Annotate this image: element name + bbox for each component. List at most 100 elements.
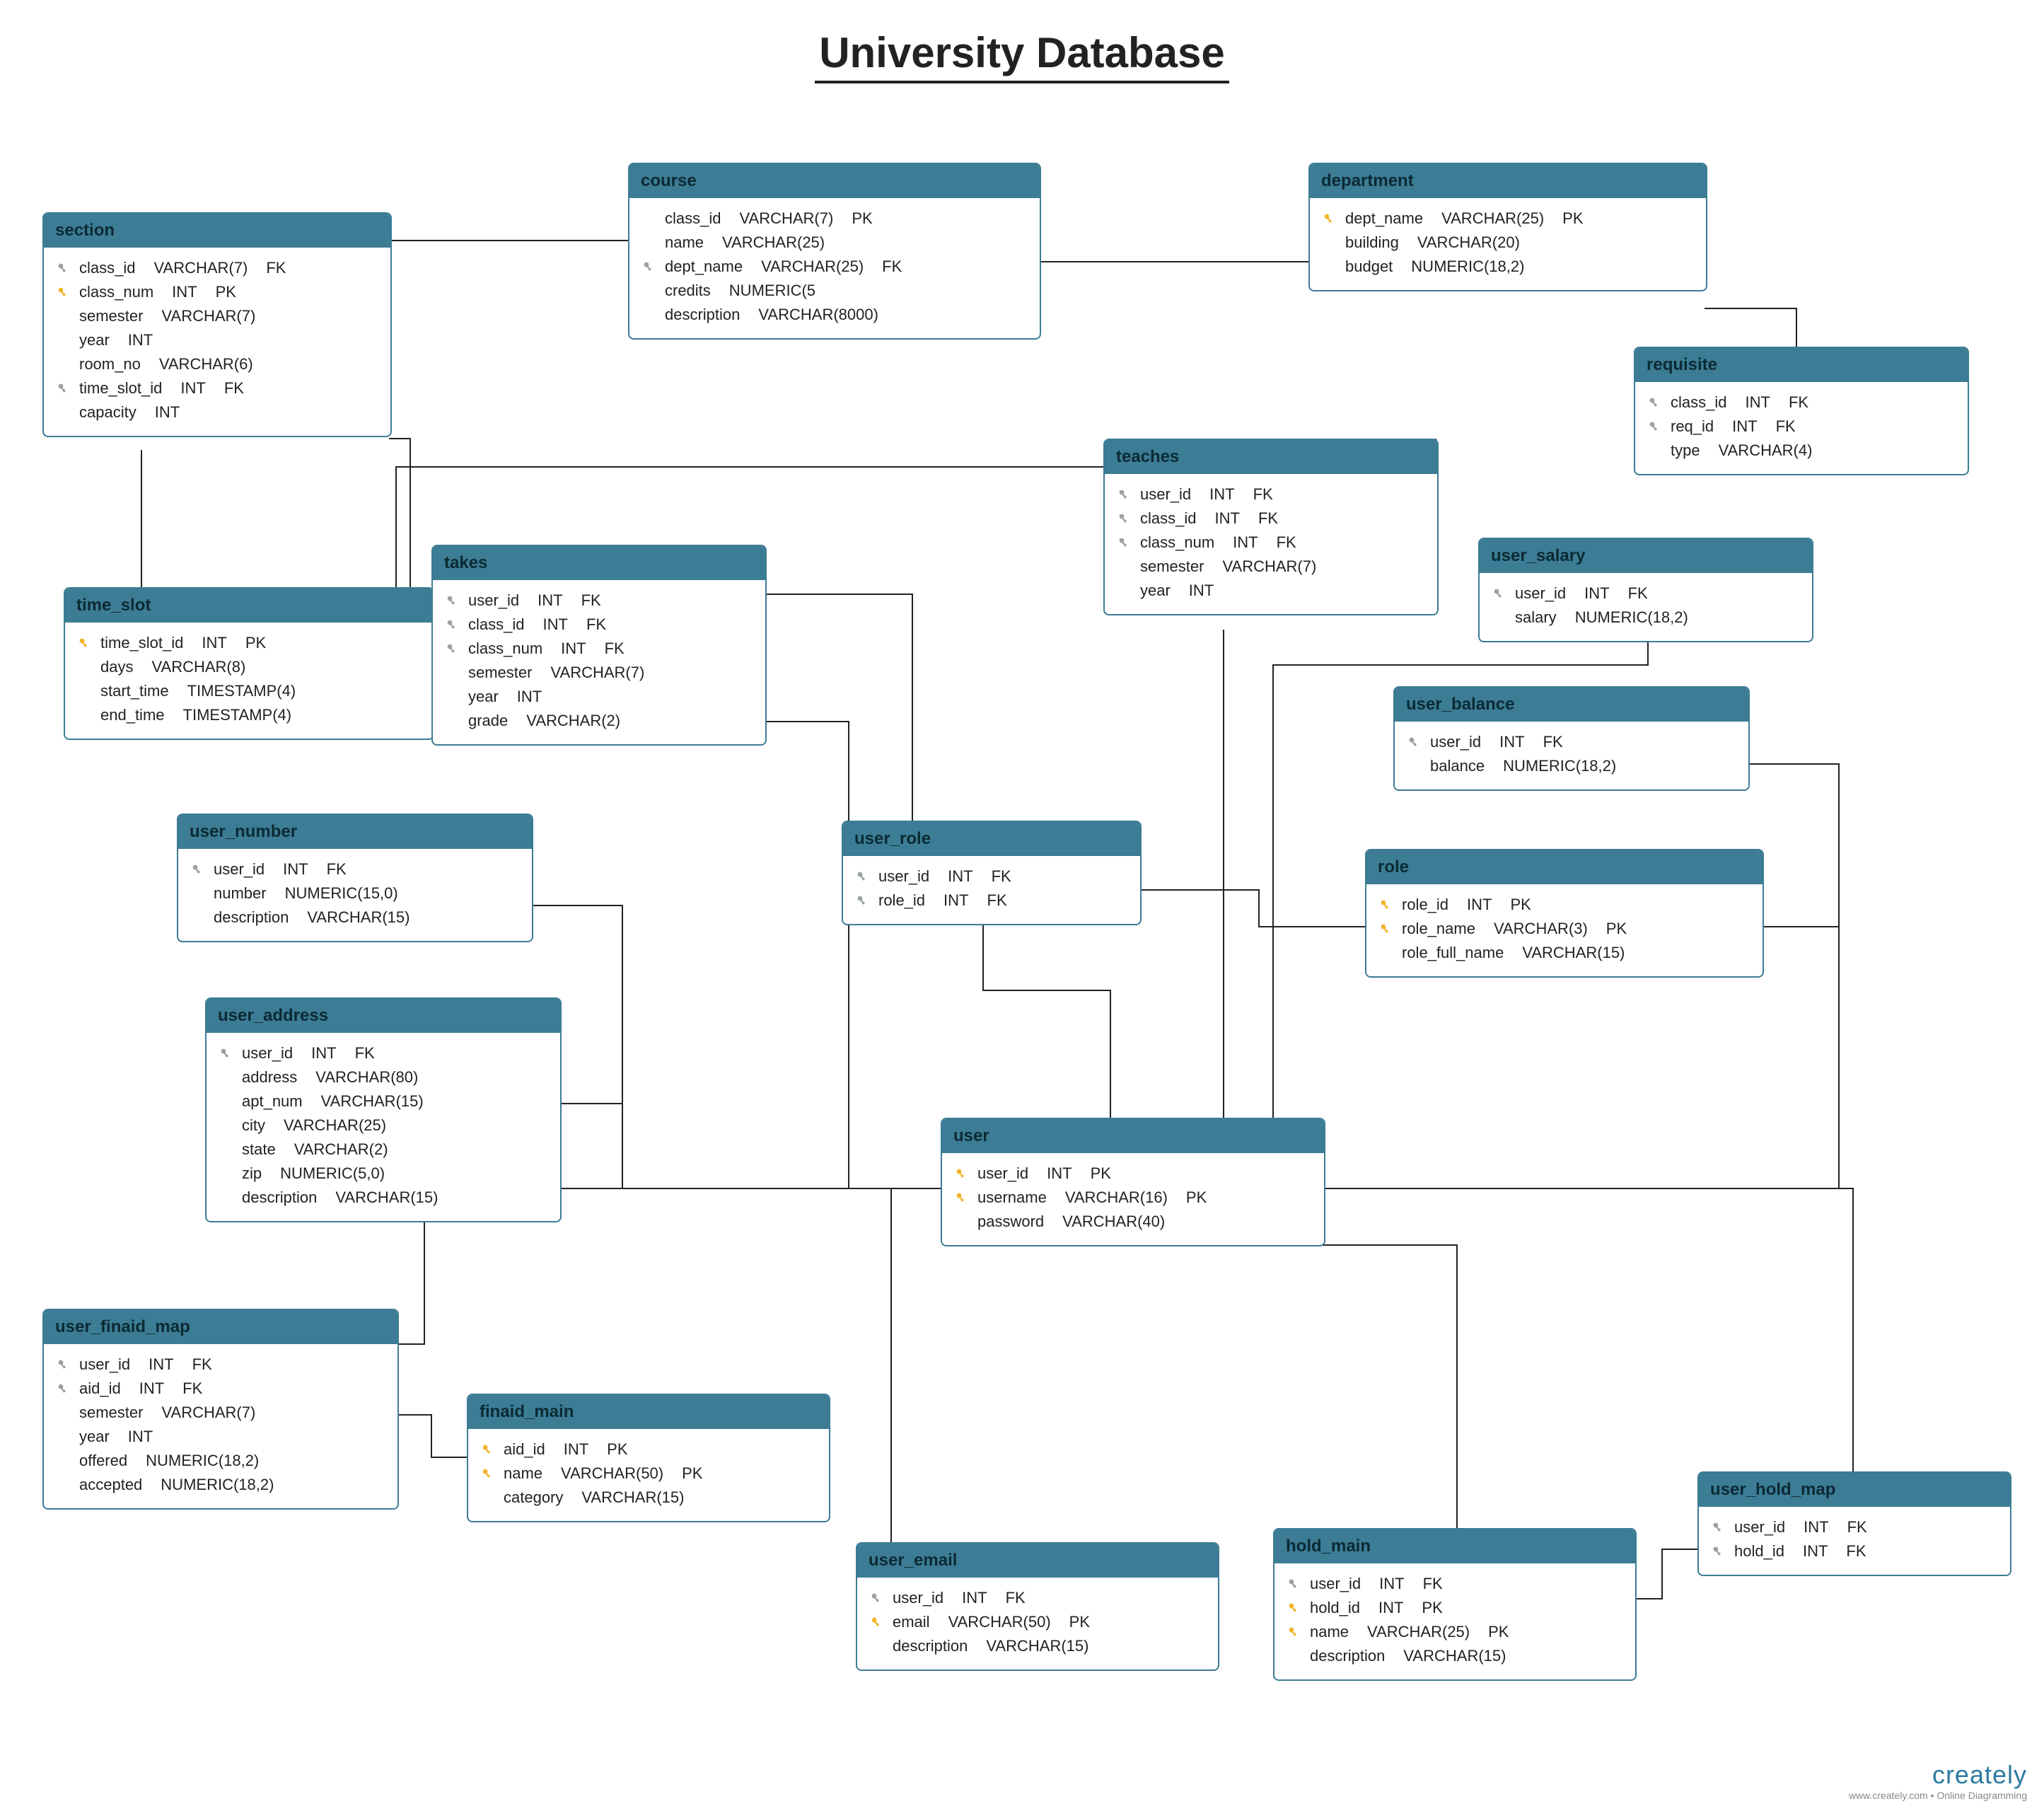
column-name: category xyxy=(504,1488,563,1507)
column-row: class_num INT PK xyxy=(55,280,379,304)
column-type: INT xyxy=(1209,485,1234,504)
column-type: INT xyxy=(1745,393,1770,412)
key-spacer xyxy=(55,308,71,324)
column-name: days xyxy=(100,658,133,676)
column-row: role_id INT FK xyxy=(854,889,1129,913)
entity-user: user user_id INT PK username VARCHAR(16)… xyxy=(941,1118,1325,1246)
key-spacer xyxy=(55,1429,71,1445)
column-type: INT xyxy=(1467,896,1492,914)
column-row: category VARCHAR(15) xyxy=(480,1486,818,1510)
foreign-key-icon xyxy=(1116,511,1132,526)
entity-takes: takes user_id INT FK class_id INT FK cla… xyxy=(431,545,767,746)
column-name: accepted xyxy=(79,1476,142,1494)
column-type: INT xyxy=(517,688,542,706)
key-spacer xyxy=(190,910,205,925)
column-type: VARCHAR(15) xyxy=(1522,944,1625,962)
column-row: class_id VARCHAR(7) FK xyxy=(55,256,379,280)
column-type: NUMERIC(18,2) xyxy=(1411,258,1524,276)
entity-user_balance: user_balance user_id INT FK balance NUME… xyxy=(1393,686,1750,791)
entity-name: course xyxy=(641,171,697,190)
column-row: class_num INT FK xyxy=(444,637,754,661)
key-spacer xyxy=(55,332,71,348)
column-type: INT xyxy=(564,1440,588,1459)
column-name: user_id xyxy=(1430,733,1481,751)
column-flag: FK xyxy=(355,1044,375,1063)
entity-name: user xyxy=(953,1126,989,1145)
column-type: INT xyxy=(1732,417,1757,436)
column-row: salary NUMERIC(18,2) xyxy=(1491,606,1801,630)
column-flag: FK xyxy=(1543,733,1563,751)
column-row: description VARCHAR(15) xyxy=(190,906,521,930)
column-row: year INT xyxy=(55,328,379,352)
column-name: description xyxy=(665,306,740,324)
column-row: user_id INT FK xyxy=(854,864,1129,889)
watermark: creately www.creately.com • Online Diagr… xyxy=(1849,1760,2027,1801)
page-title: University Database xyxy=(0,28,2044,77)
primary-key-icon xyxy=(869,1614,884,1630)
column-type: VARCHAR(7) xyxy=(739,209,833,228)
column-row: description VARCHAR(8000) xyxy=(641,303,1028,327)
column-flag: FK xyxy=(1776,417,1796,436)
key-spacer xyxy=(1286,1648,1301,1664)
foreign-key-icon xyxy=(1286,1576,1301,1592)
column-name: credits xyxy=(665,282,711,300)
column-flag: FK xyxy=(1789,393,1808,412)
column-type: INT xyxy=(128,331,153,349)
entity-header: user_address xyxy=(207,999,560,1033)
entity-name: user_email xyxy=(869,1551,957,1570)
primary-key-icon xyxy=(1378,921,1393,937)
key-spacer xyxy=(218,1070,233,1085)
column-type: INT xyxy=(542,615,567,634)
entity-header: user_email xyxy=(857,1544,1218,1578)
foreign-key-icon xyxy=(1406,734,1422,750)
column-type: VARCHAR(7) xyxy=(550,664,644,682)
column-name: semester xyxy=(79,1404,143,1422)
column-row: name VARCHAR(25) PK xyxy=(1286,1620,1624,1644)
column-flag: FK xyxy=(987,891,1007,910)
entity-requisite: requisite class_id INT FK req_id INT FK … xyxy=(1634,347,1969,475)
entity-role: role role_id INT PK role_name VARCHAR(3)… xyxy=(1365,849,1764,978)
foreign-key-icon xyxy=(1491,586,1506,601)
column-name: start_time xyxy=(100,682,169,700)
entity-name: section xyxy=(55,221,115,240)
column-row: building VARCHAR(20) xyxy=(1321,231,1695,255)
column-row: description VARCHAR(15) xyxy=(869,1634,1207,1658)
column-flag: FK xyxy=(586,615,606,634)
entity-header: role xyxy=(1366,850,1763,884)
column-name: year xyxy=(468,688,499,706)
column-row: year INT xyxy=(1116,579,1426,603)
column-name: class_num xyxy=(468,640,542,658)
key-spacer xyxy=(1116,559,1132,574)
key-spacer xyxy=(190,886,205,901)
column-type: INT xyxy=(202,634,226,652)
foreign-key-icon xyxy=(190,862,205,877)
column-flag: FK xyxy=(224,379,244,398)
column-type: VARCHAR(3) xyxy=(1494,920,1588,938)
entity-user_number: user_number user_id INT FK number NUMERI… xyxy=(177,814,533,942)
column-name: name xyxy=(665,233,704,252)
entity-header: user_balance xyxy=(1395,688,1748,722)
column-name: dept_name xyxy=(1345,209,1423,228)
column-row: year INT xyxy=(55,1425,386,1449)
column-type: INT xyxy=(538,591,562,610)
column-type: VARCHAR(16) xyxy=(1065,1188,1168,1207)
column-type: INT xyxy=(149,1355,173,1374)
entity-course: course class_id VARCHAR(7) PK name VARCH… xyxy=(628,163,1041,340)
column-type: VARCHAR(8) xyxy=(151,658,245,676)
foreign-key-icon xyxy=(641,259,656,274)
column-type: NUMERIC(18,2) xyxy=(161,1476,274,1494)
entity-section: section class_id VARCHAR(7) FK class_num… xyxy=(42,212,392,437)
column-type: INT xyxy=(943,891,968,910)
primary-key-icon xyxy=(1286,1600,1301,1616)
key-spacer xyxy=(218,1094,233,1109)
foreign-key-icon xyxy=(444,593,460,608)
column-row: address VARCHAR(80) xyxy=(218,1065,549,1089)
key-spacer xyxy=(444,689,460,705)
column-flag: FK xyxy=(1846,1542,1866,1561)
column-row: year INT xyxy=(444,685,754,709)
column-row: class_num INT FK xyxy=(1116,531,1426,555)
key-spacer xyxy=(869,1638,884,1654)
key-spacer xyxy=(1491,610,1506,625)
column-name: user_id xyxy=(1515,584,1566,603)
column-flag: FK xyxy=(992,867,1011,886)
